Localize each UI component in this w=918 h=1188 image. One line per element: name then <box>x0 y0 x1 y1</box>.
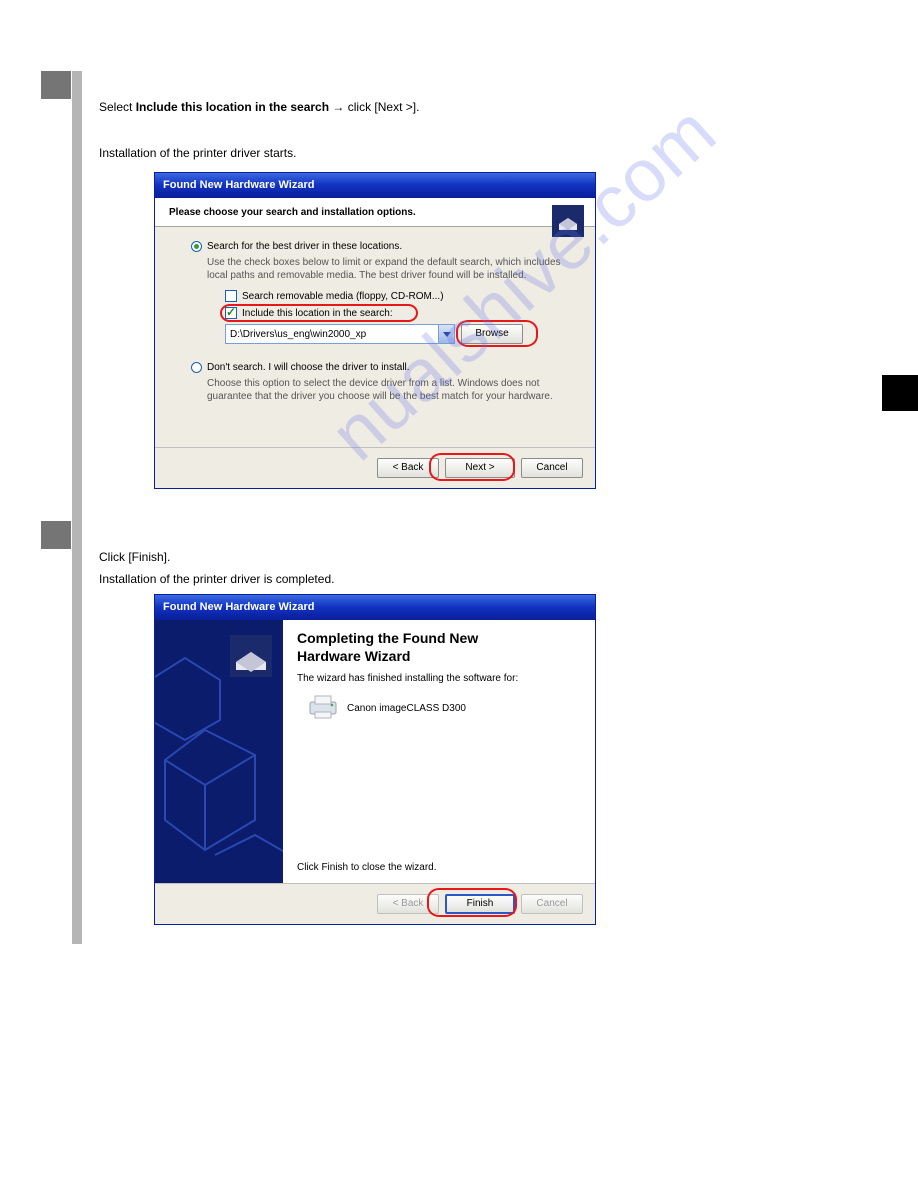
text: → click [Next >]. <box>329 100 419 114</box>
combo-dropdown-button[interactable] <box>438 325 454 343</box>
cancel-button-disabled: Cancel <box>521 894 583 914</box>
text: Select <box>99 100 136 114</box>
step-8a: Click [Finish]. <box>99 550 619 564</box>
step-7a: Select Include this location in the sear… <box>99 100 619 114</box>
wizard2-footer: < Back Finish Cancel <box>155 883 595 924</box>
location-path: D:\Drivers\us_eng\win2000_xp <box>226 327 438 342</box>
radio2-desc: Choose this option to select the device … <box>207 377 581 403</box>
radio-dont-search-label: Don't search. I will choose the driver t… <box>207 362 410 373</box>
text-bold: Include this location in the search <box>136 100 329 114</box>
next-button[interactable]: Next > <box>445 458 515 478</box>
browse-button[interactable]: Browse <box>461 324 523 344</box>
step-8b: Installation of the printer driver is co… <box>99 572 619 586</box>
wizard1-body: Search for the best driver in these loca… <box>155 227 595 447</box>
radio-dont-search[interactable] <box>191 362 202 373</box>
checkbox-removable-media[interactable] <box>225 290 237 302</box>
wizard1-header: Please choose your search and installati… <box>155 198 595 227</box>
location-combo[interactable]: D:\Drivers\us_eng\win2000_xp <box>225 324 455 344</box>
text: Completing the Found New <box>297 630 478 646</box>
wizard1-titlebar: Found New Hardware Wizard <box>155 173 595 198</box>
wizard1-footer: < Back Next > Cancel <box>155 447 595 488</box>
checkbox-include-label: Include this location in the search: <box>242 308 393 319</box>
doc-sidebar <box>72 71 82 944</box>
wizard2-closetext: Click Finish to close the wizard. <box>297 862 437 873</box>
device-name: Canon imageCLASS D300 <box>347 703 466 714</box>
radio-search-best[interactable] <box>191 241 202 252</box>
radio1-desc: Use the check boxes below to limit or ex… <box>207 256 581 282</box>
chevron-down-icon <box>443 332 451 337</box>
back-button-disabled: < Back <box>377 894 439 914</box>
wizard2-titlebar: Found New Hardware Wizard <box>155 595 595 620</box>
wizard2-heading: Completing the Found New Hardware Wizard <box>297 630 581 665</box>
page-tab <box>882 375 918 411</box>
step-7b: Installation of the printer driver start… <box>99 146 619 160</box>
wizard2-main: Completing the Found New Hardware Wizard… <box>283 620 595 883</box>
wizard1-header-text: Please choose your search and installati… <box>169 207 585 218</box>
radio-search-best-label: Search for the best driver in these loca… <box>207 241 402 252</box>
wizard1-window: Found New Hardware Wizard Please choose … <box>154 172 596 489</box>
step-marker-7 <box>41 71 71 99</box>
cancel-button[interactable]: Cancel <box>521 458 583 478</box>
wizard2-window: Found New Hardware Wizard <box>154 594 596 925</box>
wizard2-subtext: The wizard has finished installing the s… <box>297 673 581 684</box>
checkbox-include-location[interactable] <box>225 307 237 319</box>
back-button[interactable]: < Back <box>377 458 439 478</box>
text: Hardware Wizard <box>297 648 410 664</box>
wizard2-sidebar <box>155 620 283 883</box>
printer-icon <box>307 694 339 723</box>
checkbox-removable-label: Search removable media (floppy, CD-ROM..… <box>242 291 444 302</box>
finish-button[interactable]: Finish <box>445 894 515 914</box>
step-marker-8 <box>41 521 71 549</box>
